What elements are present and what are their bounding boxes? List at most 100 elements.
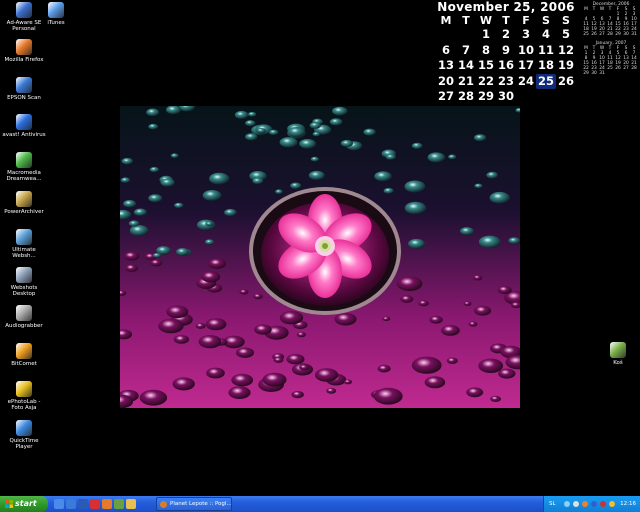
desktop-shortcut-firefox[interactable]: Mozilla Firefox [2,39,46,63]
water-droplet [363,128,376,136]
desktop-shortcut-powerarchiver[interactable]: PowerArchiver [2,191,46,215]
desktop-shortcut-label: iTunes [47,20,65,26]
desktop-shortcut-label: PowerArchiver [4,209,44,215]
firefox-ql-icon[interactable] [102,499,112,509]
network-icon[interactable] [564,501,570,507]
desktop-shortcut-epson-scan[interactable]: EPSON Scan [2,77,46,101]
security-tray-icon[interactable] [600,501,606,507]
water-droplet [206,367,225,379]
update-tray-icon[interactable] [609,501,615,507]
water-droplet [279,311,304,325]
water-droplet [198,335,222,349]
calendar-day: 30 [591,71,597,76]
desktop-shortcut-bitcomet[interactable]: BitComet [2,343,46,367]
water-droplet [273,357,284,363]
desktop-shortcut-avast[interactable]: avast! Antivirus [2,114,46,138]
desktop-shortcut-recycle-bin[interactable]: Koš [596,342,640,366]
water-droplet [468,321,478,327]
water-droplet [160,178,175,187]
water-droplet [205,318,227,331]
start-button[interactable]: start [0,496,48,512]
bluetooth-icon[interactable] [591,501,597,507]
calendar-days: 1 2 3 4 5 6 7 8 9 10 11 12 13 14 15 16 17 18 19 20 21 22 23 24 2… [582,51,640,76]
calendar-day: 12 [557,42,574,57]
powerarchiver-icon [16,191,32,207]
water-droplet [463,301,472,306]
dreamweaver-icon [16,152,32,168]
word-icon[interactable] [78,499,88,509]
desktop-shortcut-ultimate-websh[interactable]: Ultimate Websh... [2,229,46,259]
water-droplet [377,364,391,373]
water-droplet [404,201,427,215]
calendar-day [606,71,614,76]
water-droplet [299,364,310,371]
antivirus-tray-icon[interactable] [582,501,588,507]
desktop-shortcut-label: ePhotoLab - Foto Asja [7,399,41,411]
calendar-widget-january: January, 2007 MTWTFSS 1 2 3 4 5 6 7 8 9 10 11 12 13 1… [582,41,640,76]
water-droplet [418,300,429,307]
webshots-icon [16,267,32,283]
calendar-day [516,89,536,105]
desktop-shortcut-label: avast! Antivirus [2,132,46,138]
desktop-shortcut-quicktime[interactable]: QuickTime Player [2,420,46,450]
water-droplet [408,238,426,249]
calendar-day: 14 [457,58,474,72]
start-label: start [15,499,37,508]
water-droplet [123,251,140,261]
water-droplet [474,305,492,316]
desktop-shortcut-dreamweaver[interactable]: Macromedia Dreamwea... [2,152,46,182]
water-droplet [148,194,163,203]
water-droplet [205,221,214,227]
calendar-weekdays: MTWTFSS [436,14,576,27]
water-droplet [373,387,403,405]
calendar-widget-november: November 25, 2006 MTWTFSS 1 2 3 4 5 6 7 8 9 10 11 1… [436,0,576,105]
water-droplet [441,325,460,336]
water-droplet [245,120,256,127]
calendar-day: 5 [561,27,570,41]
windows-logo-icon [5,500,13,508]
show-desktop-icon[interactable] [54,499,64,509]
calendar-day: 3 [521,27,530,41]
opera-icon[interactable] [90,499,100,509]
water-droplet [385,154,396,160]
water-droplet [446,357,458,364]
water-droplet [489,191,510,204]
volume-icon[interactable] [573,501,579,507]
water-droplet [236,347,254,358]
desktop-shortcut-webshots[interactable]: Webshots Desktop [2,267,46,297]
firefox-icon [160,501,167,508]
firefox-icon [16,39,32,55]
water-droplet [466,387,484,398]
calendar-day: 11 [537,42,554,57]
language-indicator[interactable]: SL [549,496,556,512]
calendar-day: 24 [517,73,534,88]
taskbar-window-button[interactable]: Planet Lepote :: Pogl... [156,497,232,511]
water-droplet [262,372,287,387]
calendar-day: 15 [477,58,494,72]
water-droplet [474,183,483,189]
clock[interactable]: 12:16 [620,496,636,512]
water-droplet [253,293,263,300]
calendar-day: 1 [481,27,490,41]
water-droplet [245,133,258,141]
ie-icon[interactable] [66,499,76,509]
bitcomet-icon [16,343,32,359]
calendar-day: 28 [457,89,474,103]
folder-icon[interactable] [126,499,136,509]
desktop-shortcut-itunes[interactable]: iTunes [34,2,78,26]
water-droplet [427,152,445,163]
water-droplet [291,391,304,399]
water-droplet [231,373,254,387]
water-droplet [152,253,162,258]
messenger-icon[interactable] [114,499,124,509]
desktop-shortcut-ephotolab[interactable]: ePhotoLab - Foto Asja [2,381,46,411]
water-droplet [486,171,499,179]
water-droplet [149,166,160,173]
water-droplet [128,220,140,227]
desktop-shortcut-audiograbber[interactable]: Audiograbber [2,305,46,329]
weekday-label: T [462,14,470,27]
water-droplet [239,289,249,295]
water-droplet [208,258,226,269]
calendar-day: 29 [477,89,494,103]
water-droplet [474,134,487,142]
